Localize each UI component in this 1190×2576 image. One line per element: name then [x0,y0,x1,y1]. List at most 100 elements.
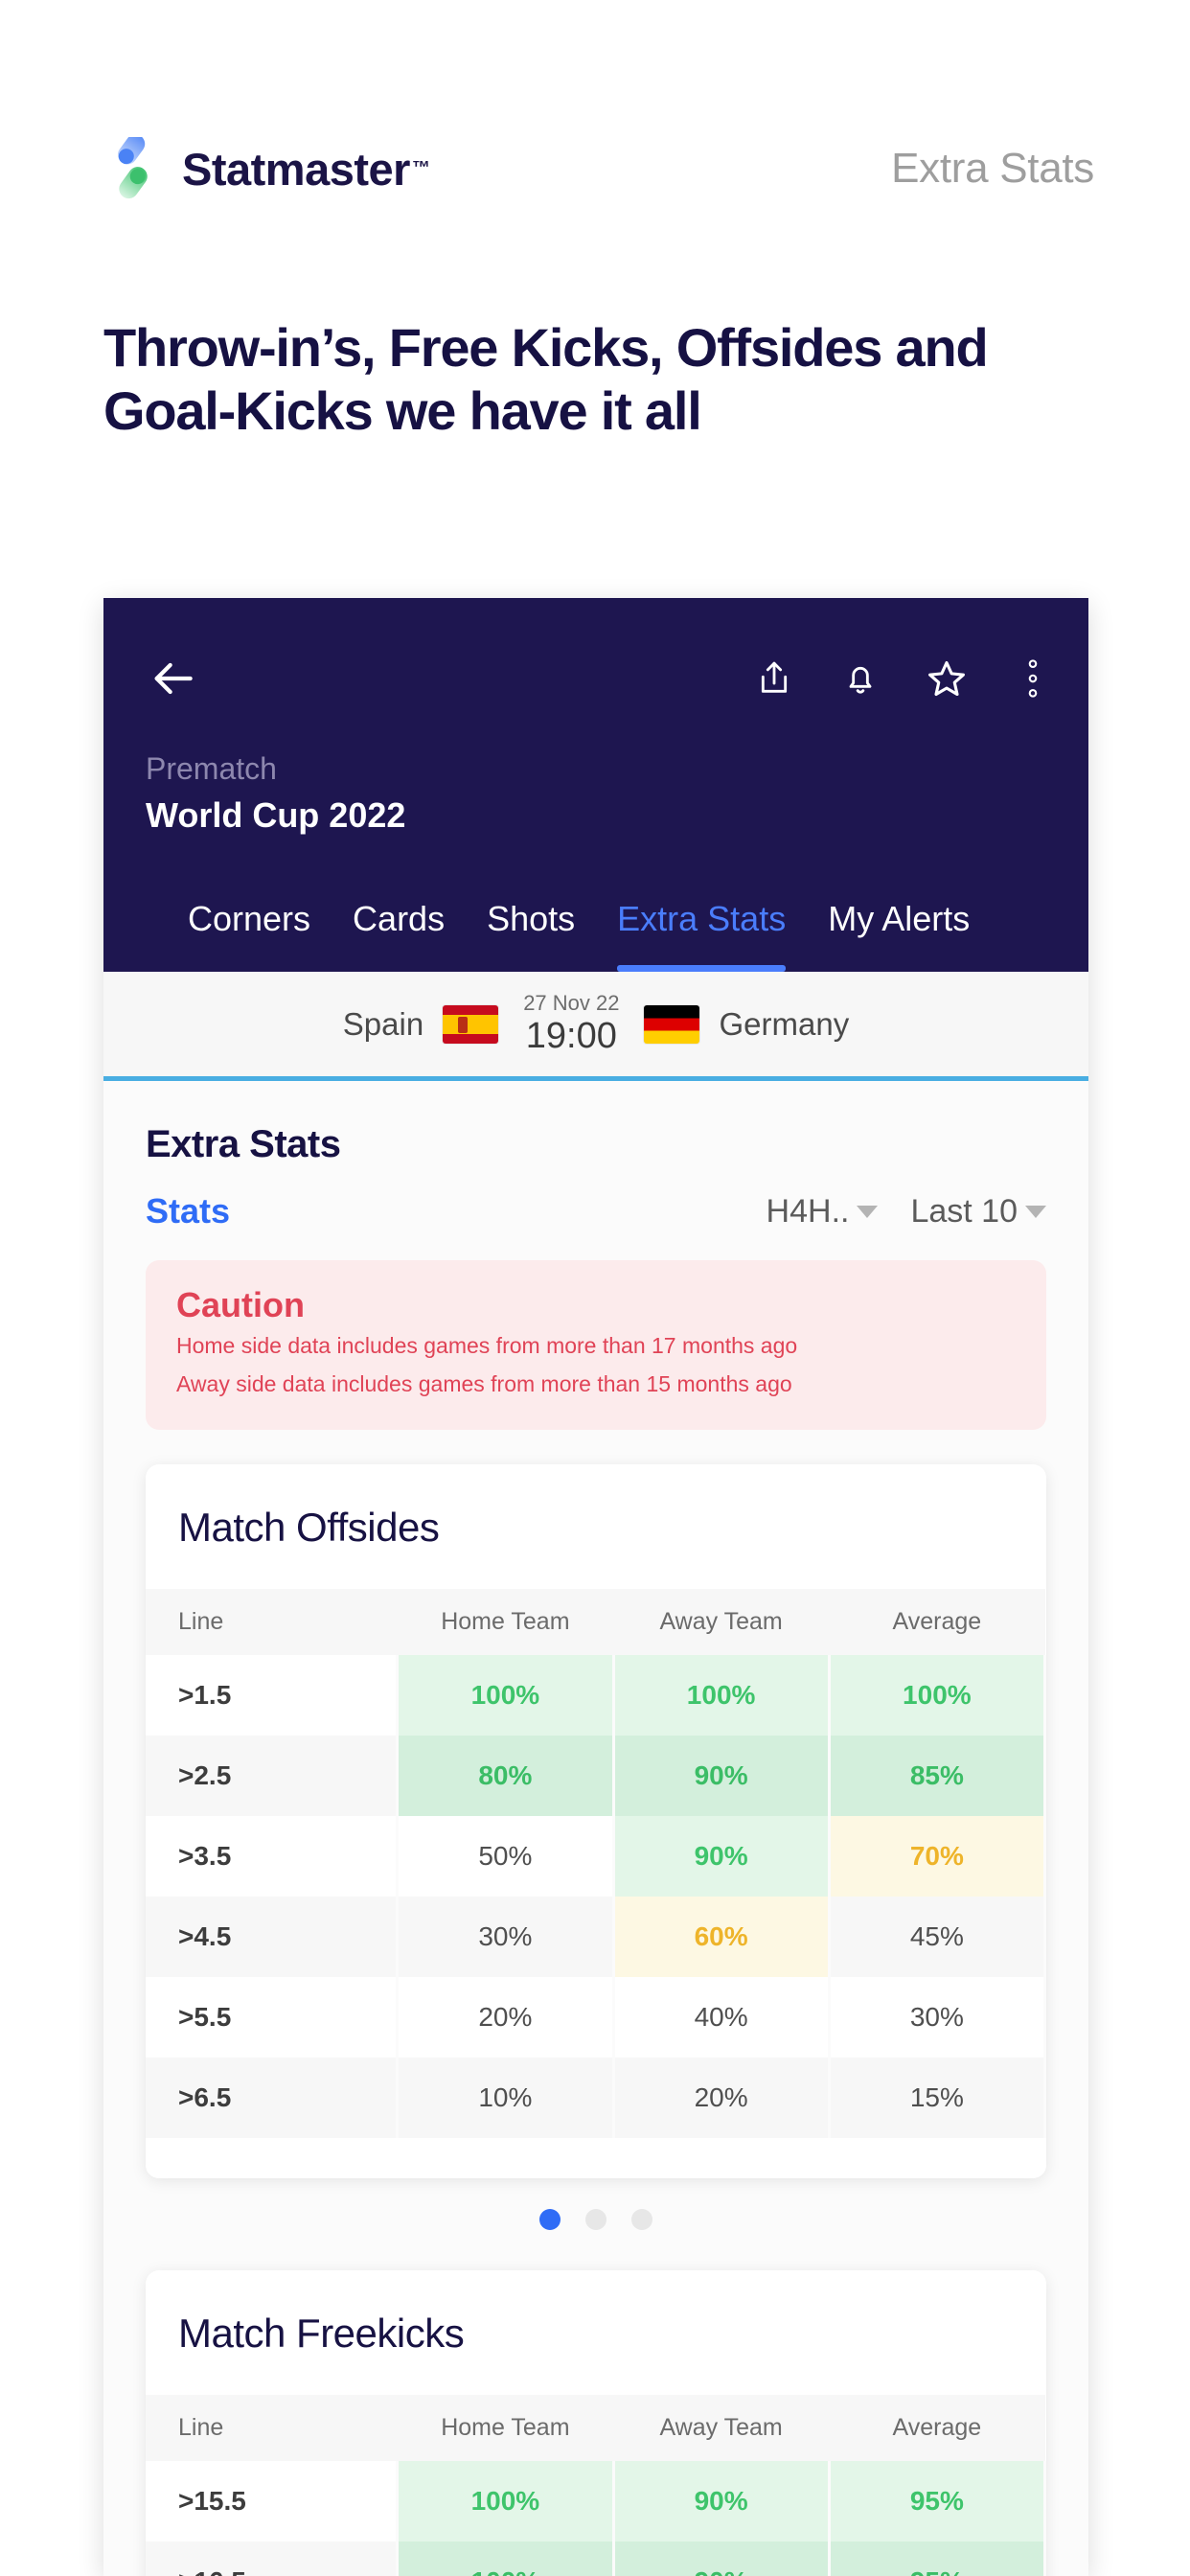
h2h-filter-dropdown[interactable]: H4H.. [767,1193,879,1230]
cell-average: 70% [829,1816,1046,1898]
app-header-toolbar [103,598,1088,717]
cell-line: >3.5 [146,1816,400,1898]
cell-line: >5.5 [146,1977,400,2058]
match-meta: Prematch World Cup 2022 [103,717,1088,837]
match-kickoff: 27 Nov 22 19:00 [523,990,620,1057]
cell-average: 15% [829,2058,1046,2139]
col-away-team: Away Team [613,2395,830,2462]
phone-screenshot-frame: Prematch World Cup 2022 s Corners Cards … [103,598,1088,2576]
competition-name: World Cup 2022 [146,795,406,835]
brand-logo-group[interactable]: Statmaster ™ [103,137,430,200]
carousel-pagination [103,2178,1088,2236]
tab-shots[interactable]: Shots [487,899,575,972]
offsides-table: Line Home Team Away Team Average >1.5 10… [146,1589,1046,2139]
table-row: >16.5 100% 90% 95% [146,2542,1046,2576]
cell-line: >1.5 [146,1655,400,1736]
card-footer-spacer [146,2138,1046,2179]
match-time: 19:00 [525,1015,617,1056]
col-away-team: Away Team [613,1589,830,1656]
cell-average: 95% [829,2542,1046,2576]
bell-icon[interactable] [839,656,881,701]
more-vertical-icon[interactable] [1012,656,1054,701]
match-date: 27 Nov 22 [523,990,620,1015]
table-header-row: Line Home Team Away Team Average [146,2395,1045,2462]
trademark-symbol: ™ [411,158,430,178]
flag-spain-icon [443,1004,499,1044]
brand-bar: Statmaster ™ Extra Stats [0,130,1190,207]
cell-line: >2.5 [146,1736,400,1817]
cell-home: 10% [397,2058,615,2139]
away-team-name: Germany [719,1005,850,1042]
home-team-name: Spain [342,1005,424,1042]
cell-line: >15.5 [146,2461,400,2542]
table-row: >2.5 80% 90% 85% [146,1736,1046,1817]
carousel-dot-1[interactable] [539,2209,561,2231]
star-icon[interactable] [926,656,968,701]
cell-away: 90% [613,2461,831,2542]
cell-away: 90% [613,2542,831,2576]
page-title: Extra Stats [146,1123,341,1165]
table-row: >3.5 50% 90% 70% [146,1816,1046,1898]
table-row: >15.5 100% 90% 95% [146,2461,1046,2542]
cell-average: 95% [829,2461,1046,2542]
stat-card-title: Match Freekicks [178,2311,465,2357]
cell-home: 80% [397,1736,615,1817]
chevron-down-icon [857,1205,879,1218]
col-average: Average [829,1589,1045,1656]
cell-line: >4.5 [146,1897,400,1978]
cell-away: 40% [613,1977,831,2058]
app-header-actions [753,656,1054,701]
back-arrow-icon[interactable] [146,652,199,705]
cell-away: 60% [613,1897,831,1978]
cell-home: 50% [397,1816,615,1898]
cell-home: 20% [397,1977,615,2058]
col-line: Line [146,2395,398,2462]
caution-title: Caution [176,1285,305,1324]
cell-away: 20% [613,2058,831,2139]
stat-card-offsides: Match Offsides Line Home Team Away Team … [146,1464,1046,2179]
tab-cards[interactable]: Cards [353,899,445,972]
cell-away: 90% [613,1816,831,1898]
carousel-dot-2[interactable] [585,2209,606,2231]
caution-line-home: Home side data includes games from more … [176,1333,798,1358]
range-filter-value: Last 10 [910,1192,1018,1230]
cell-average: 30% [829,1977,1046,2058]
page-root: Statmaster ™ Extra Stats Throw-in’s, Fre… [0,0,1190,2576]
app-body: Extra Stats Stats H4H.. Last 10 Caution … [103,1081,1088,2576]
flag-germany-icon [644,1004,700,1044]
stat-card-freekicks: Match Freekicks Line Home Team Away Team… [146,2270,1046,2576]
tab-extra-stats[interactable]: Extra Stats [617,899,787,972]
h2h-filter-value: H4H.. [766,1192,850,1230]
caution-line-away: Away side data includes games from more … [176,1370,792,1396]
stats-controls: Stats H4H.. Last 10 [103,1166,1088,1231]
table-row: >1.5 100% 100% 100% [146,1655,1046,1736]
cell-line: >6.5 [146,2058,400,2139]
cell-line: >16.5 [146,2542,400,2576]
cell-average: 45% [829,1897,1046,1978]
match-strip[interactable]: Spain 27 Nov 22 19:00 Germany [103,972,1088,1081]
tab-my-alerts[interactable]: My Alerts [828,899,970,972]
table-row: >5.5 20% 40% 30% [146,1977,1046,2058]
share-icon[interactable] [753,656,795,701]
cell-away: 90% [613,1736,831,1817]
stats-tab-link[interactable]: Stats [146,1191,230,1231]
cell-average: 100% [829,1655,1046,1736]
match-status: Prematch [146,751,277,786]
range-filter-dropdown[interactable]: Last 10 [910,1193,1046,1230]
table-header-row: Line Home Team Away Team Average [146,1589,1045,1656]
col-home-team: Home Team [397,2395,613,2462]
table-row: >4.5 30% 60% 45% [146,1897,1046,1978]
chevron-down-icon [1025,1205,1046,1218]
statmaster-s-logo-icon [103,137,167,200]
cell-home: 100% [397,1655,615,1736]
table-row: >6.5 10% 20% 15% [146,2058,1046,2139]
col-line: Line [146,1589,398,1656]
tab-corners[interactable]: Corners [188,899,310,972]
carousel-dot-3[interactable] [631,2209,652,2231]
stat-card-title: Match Offsides [178,1505,440,1551]
col-average: Average [829,2395,1045,2462]
page-section-label: Extra Stats [891,145,1094,192]
cell-average: 85% [829,1736,1046,1817]
cell-home: 100% [397,2542,615,2576]
app-header: Prematch World Cup 2022 s Corners Cards … [103,598,1088,972]
